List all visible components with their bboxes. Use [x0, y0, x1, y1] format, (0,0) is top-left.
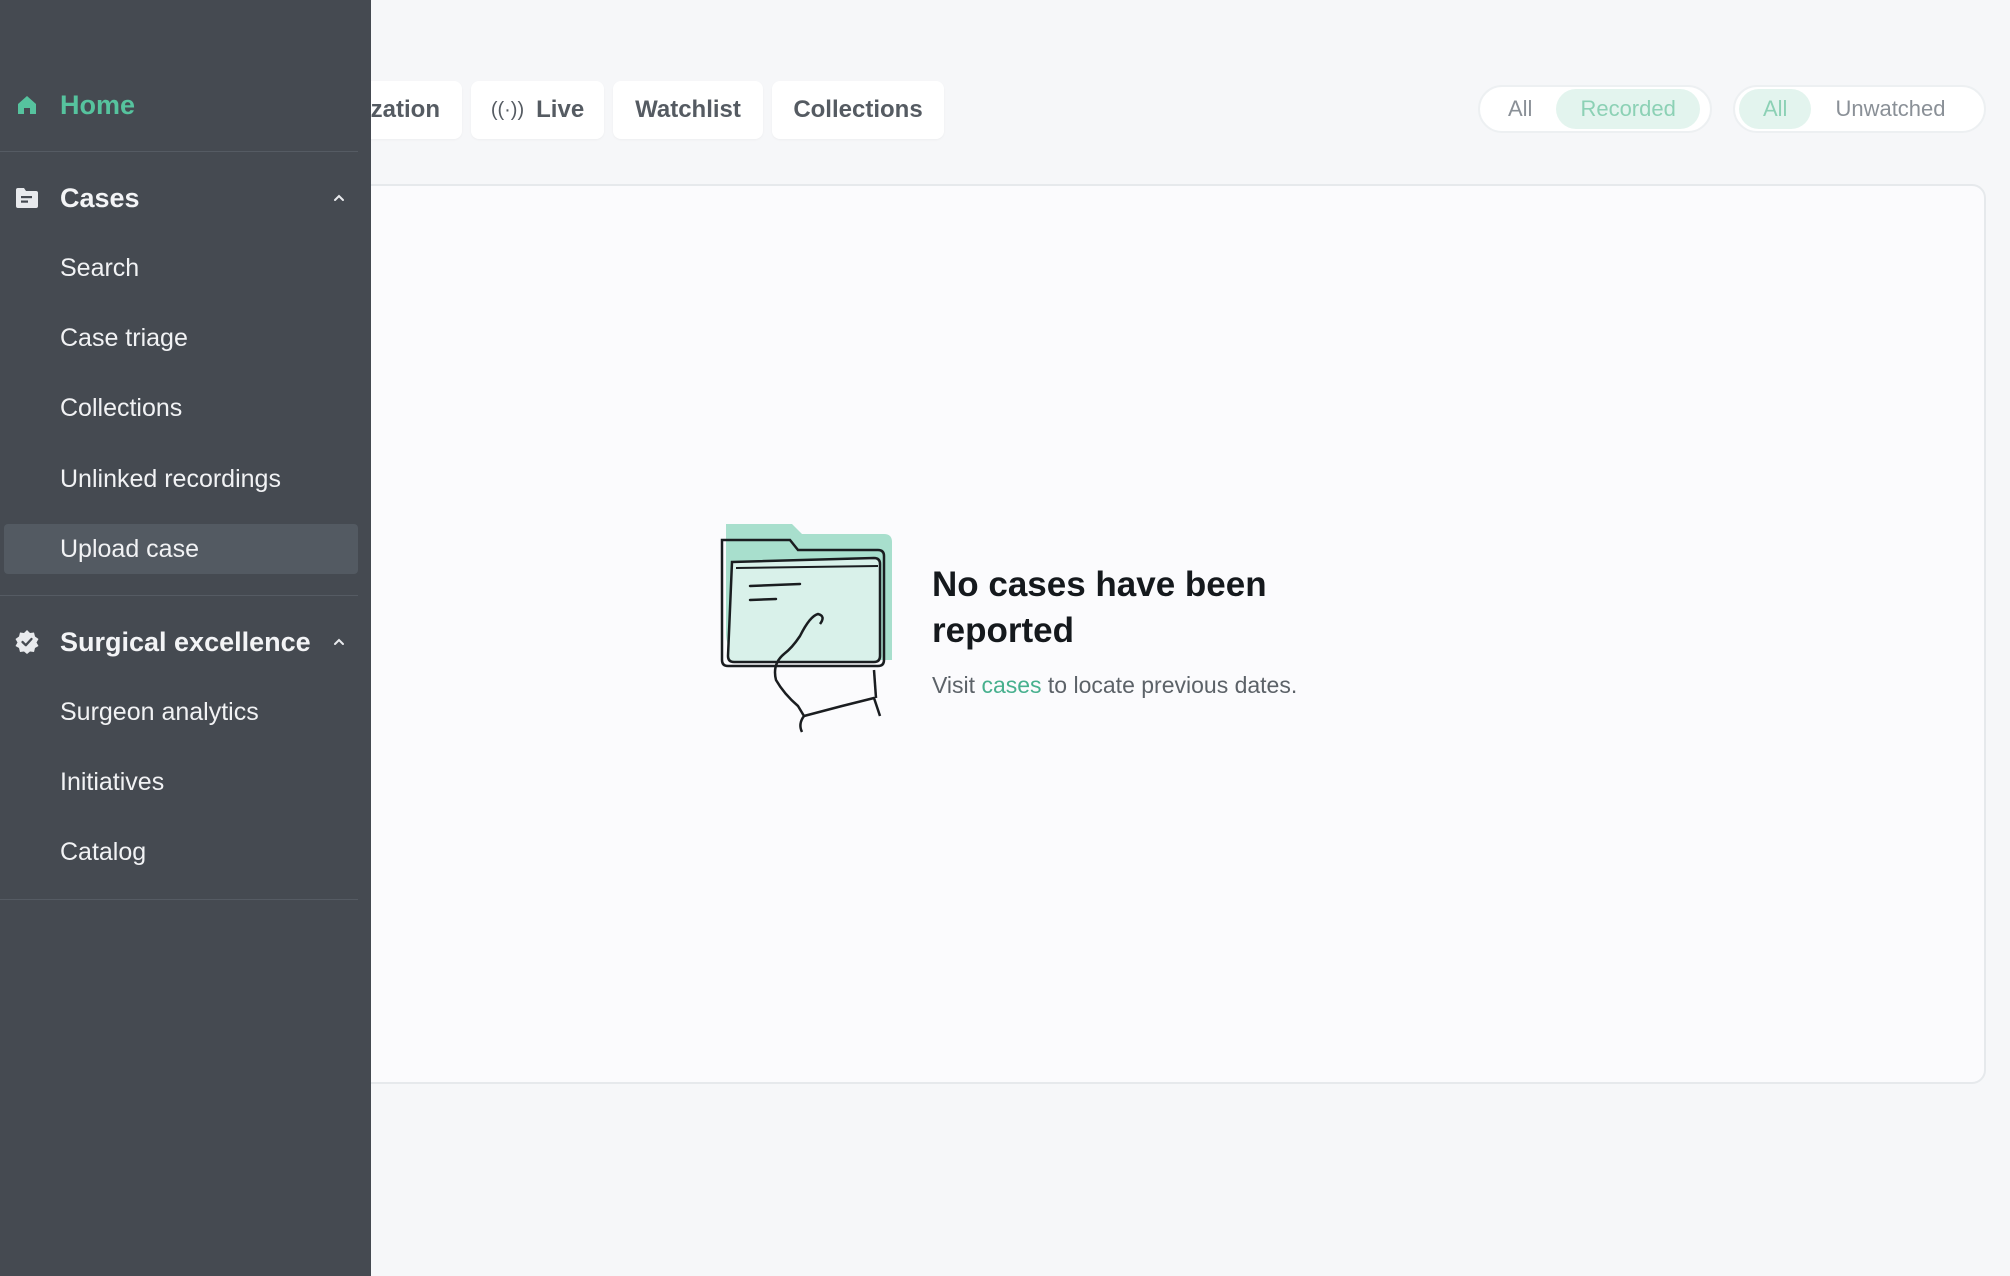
tab-collections[interactable]: Collections — [772, 81, 944, 139]
sidebar-item-catalog[interactable]: Catalog — [0, 827, 371, 877]
sidebar-section-surgical-excellence[interactable]: Surgical excellence — [0, 615, 371, 669]
sidebar-cases-label: Cases — [60, 182, 140, 213]
sidebar-item-label: Initiatives — [60, 767, 165, 796]
tab-live[interactable]: ((·)) Live — [471, 81, 604, 139]
sidebar-surgical-label: Surgical excellence — [60, 626, 311, 657]
empty-state-title: No cases have been reported — [932, 565, 1267, 650]
watched-filter: All Unwatched — [1733, 85, 1986, 133]
sidebar-item-label: Catalog — [60, 837, 147, 866]
home-icon — [14, 92, 40, 118]
sidebar-divider — [0, 151, 358, 152]
tab-collections-label: Collections — [793, 96, 923, 123]
sidebar: Home Cases Search Case triage Collection… — [0, 0, 371, 1276]
filter-unwatched[interactable]: Unwatched — [1811, 89, 1969, 129]
sidebar-section-cases[interactable]: Cases — [0, 171, 371, 225]
badge-check-icon — [14, 629, 40, 655]
empty-state: No cases have been reported Visit cases … — [714, 520, 1354, 750]
sidebar-item-surgeon-analytics[interactable]: Surgeon analytics — [0, 687, 371, 737]
recording-filter: All Recorded — [1478, 85, 1712, 133]
tab-live-label: Live — [536, 96, 585, 123]
sidebar-item-collections[interactable]: Collections — [0, 383, 371, 433]
sidebar-divider — [0, 899, 358, 900]
filter-all-recordings[interactable]: All — [1484, 89, 1556, 129]
broadcast-icon: ((·)) — [490, 98, 525, 121]
cases-link[interactable]: cases — [981, 672, 1041, 698]
tab-watchlist-label: Watchlist — [635, 96, 741, 123]
tab-organization-label: zation — [370, 96, 440, 123]
sidebar-item-label: Upload case — [60, 534, 199, 563]
sidebar-item-unlinked-recordings[interactable]: Unlinked recordings — [0, 454, 371, 504]
chevron-up-icon[interactable] — [328, 187, 350, 209]
sidebar-item-case-triage[interactable]: Case triage — [0, 313, 371, 363]
filter-recorded[interactable]: Recorded — [1556, 89, 1700, 129]
sidebar-home-label: Home — [60, 89, 136, 120]
empty-state-suffix: to locate previous dates. — [1047, 672, 1298, 698]
sidebar-item-label: Case triage — [60, 323, 188, 352]
filter-all-watched[interactable]: All — [1739, 89, 1812, 129]
sidebar-item-search[interactable]: Search — [0, 243, 371, 293]
empty-state-prefix: Visit — [932, 672, 976, 698]
sidebar-divider — [0, 595, 358, 596]
folder-in-hand-illustration — [720, 524, 892, 733]
sidebar-item-label: Search — [60, 253, 140, 282]
sidebar-item-label: Collections — [60, 393, 183, 422]
tab-watchlist[interactable]: Watchlist — [613, 81, 763, 139]
sidebar-item-home[interactable]: Home — [0, 78, 371, 132]
chevron-up-icon[interactable] — [328, 631, 350, 653]
sidebar-item-upload-case[interactable]: Upload case — [4, 524, 358, 574]
sidebar-item-label: Unlinked recordings — [60, 464, 281, 493]
sidebar-item-label: Surgeon analytics — [60, 697, 259, 726]
folder-icon — [14, 185, 40, 211]
empty-state-subtitle: Visit cases to locate previous dates. — [932, 672, 1297, 699]
sidebar-item-initiatives[interactable]: Initiatives — [0, 757, 371, 807]
